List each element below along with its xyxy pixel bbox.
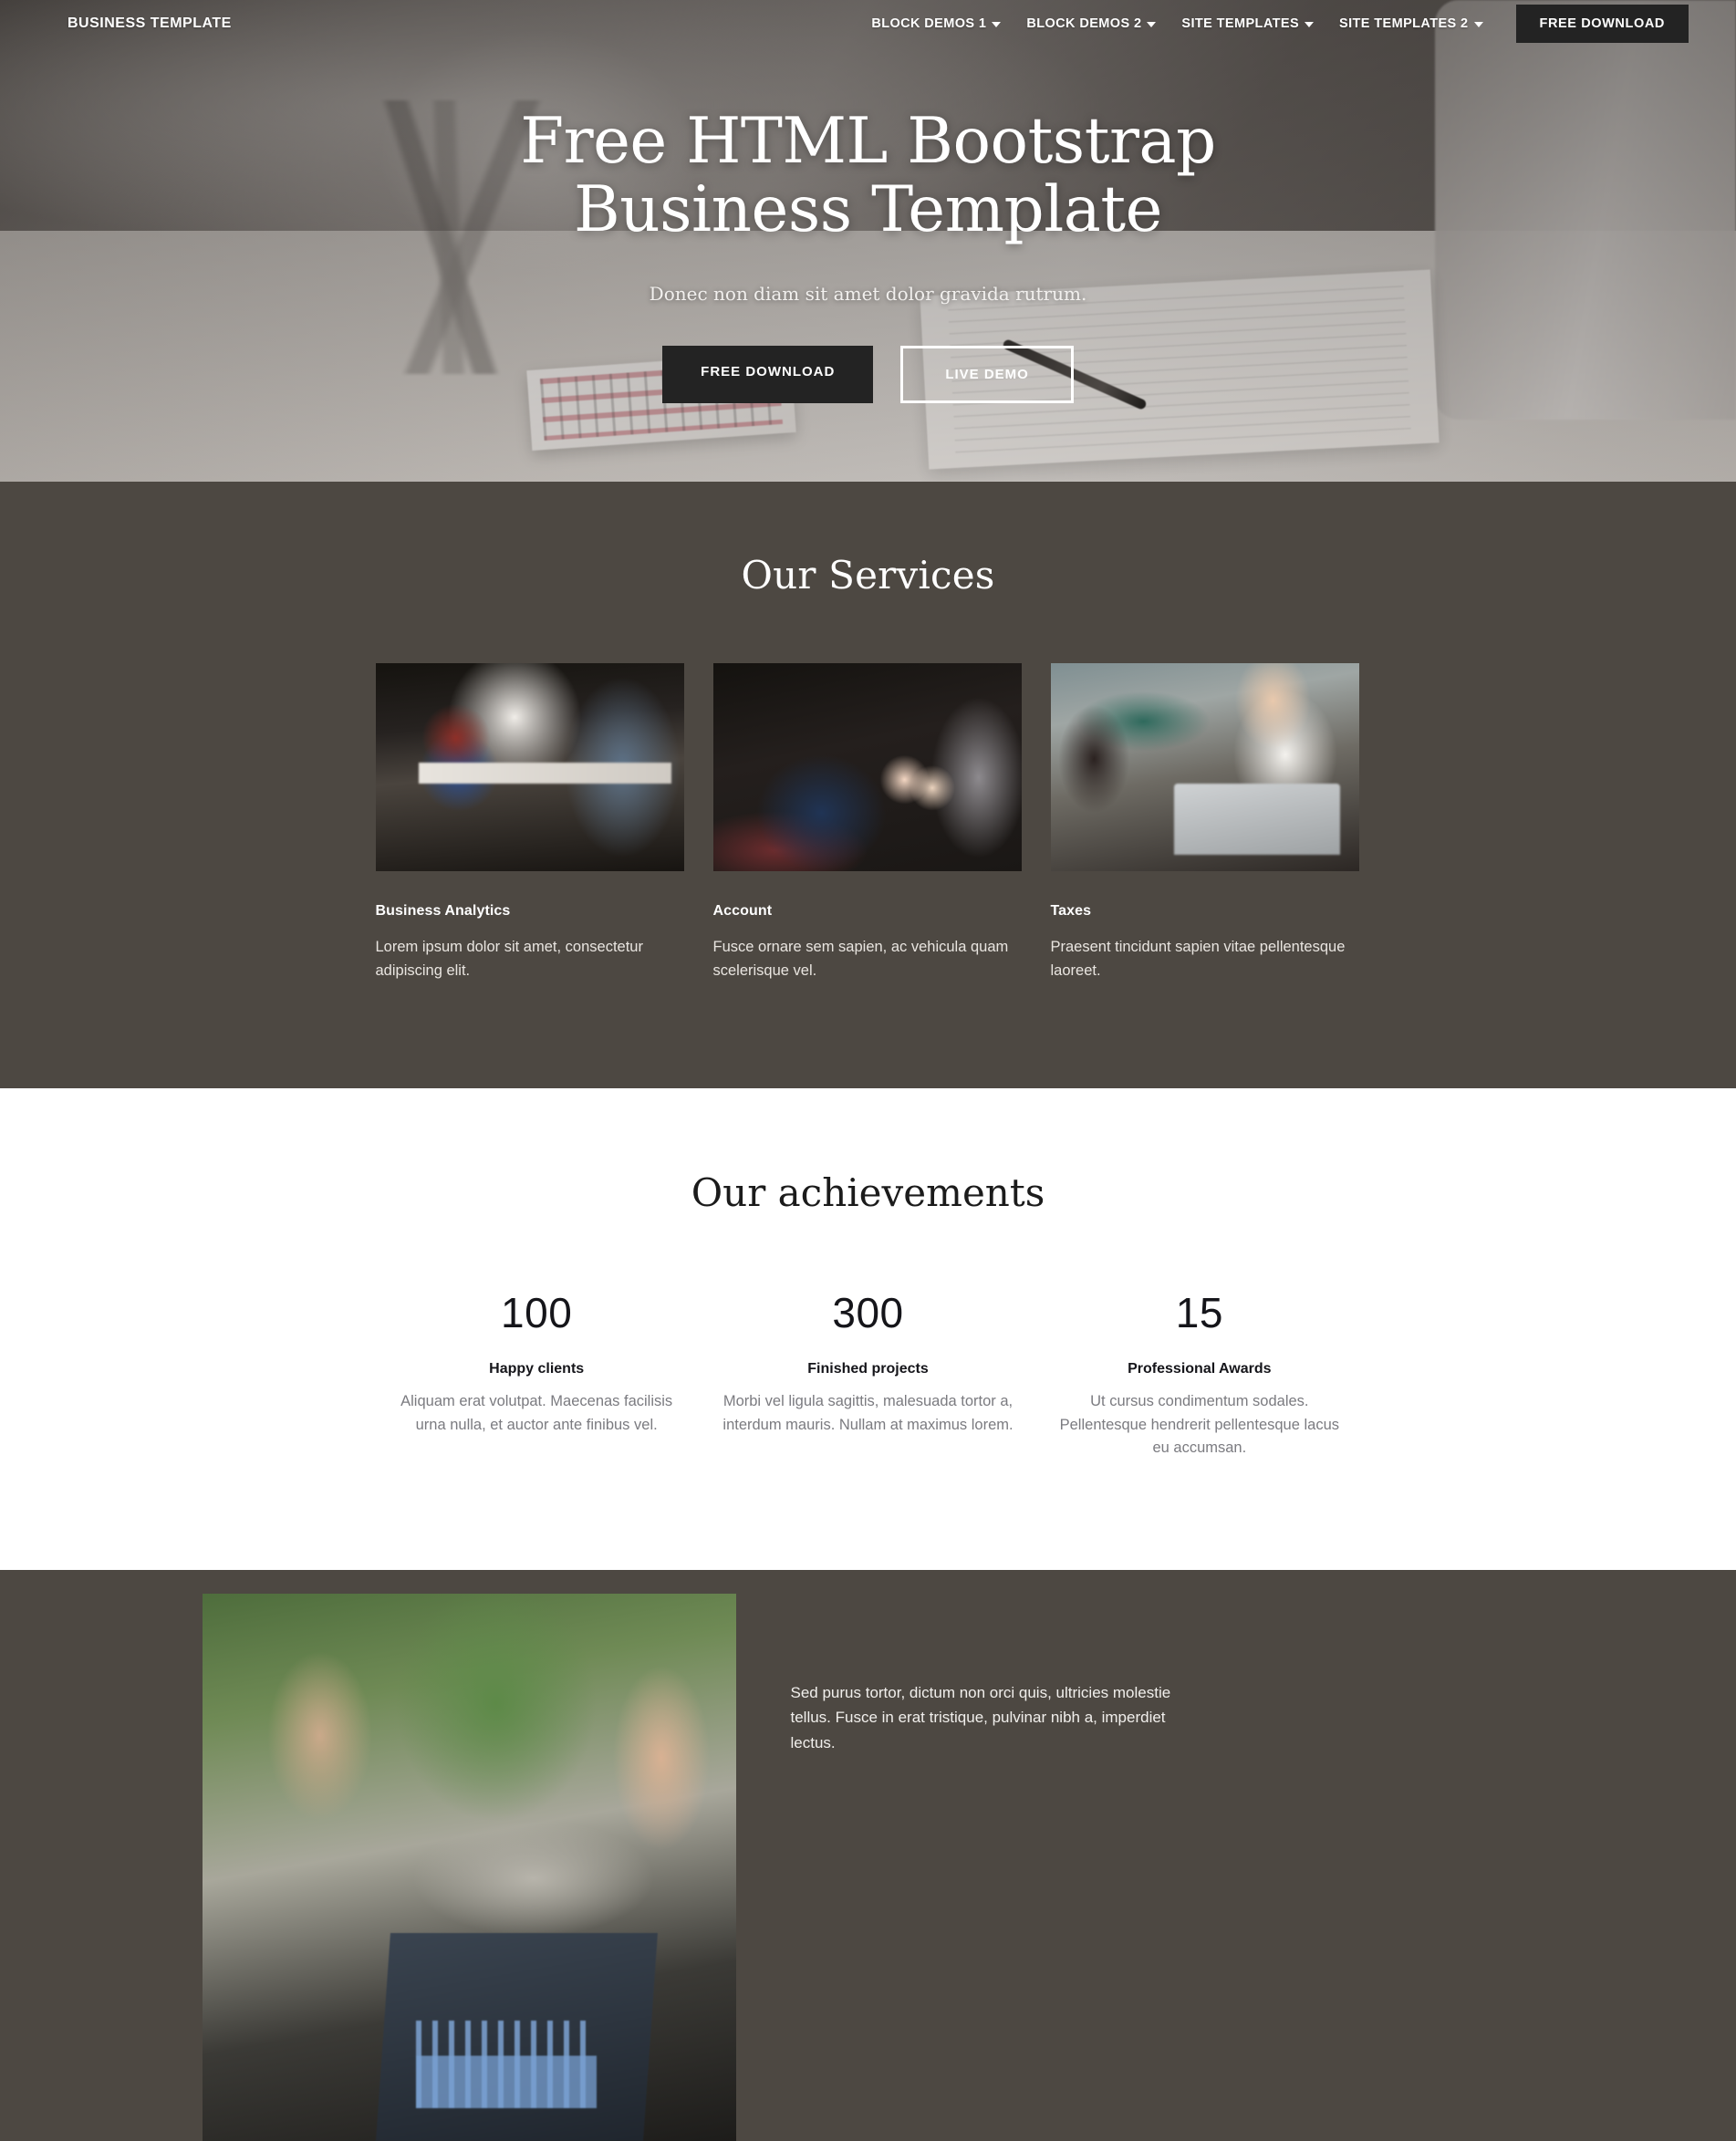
achievement-number: 300 [832,1289,904,1337]
achievements-section: Our achievements 100 Happy clients Aliqu… [0,1088,1736,1570]
hero-free-download-button[interactable]: FREE DOWNLOAD [662,346,874,404]
nav-item-block-demos-1[interactable]: BLOCK DEMOS 1 [858,11,1014,36]
chevron-down-icon [1147,22,1157,27]
services-section: Our Services Business Analytics Lorem ip… [0,482,1736,1089]
service-card-image [1050,663,1359,871]
hero-title: Free HTML Bootstrap Business Template [0,105,1736,247]
nav-item-label: BLOCK DEMOS 1 [871,16,987,31]
achievement-number: 15 [1175,1289,1223,1337]
nav-item-label: SITE TEMPLATES 2 [1339,16,1469,31]
service-card-text: Lorem ipsum dolor sit amet, consectetur … [375,939,643,980]
achievement-label: Professional Awards [1128,1361,1272,1377]
achievements-title: Our achievements [691,1170,1045,1216]
service-card-text: Fusce ornare sem sapien, ac vehicula qua… [712,939,1009,980]
achievement-text: Aliquam erat volutpat. Maecenas facilisi… [400,1393,673,1433]
hero-title-line-1: Free HTML Bootstrap [520,105,1216,178]
hero-content: Free HTML Bootstrap Business Template Do… [0,0,1736,404]
service-card-text: Praesent tincidunt sapien vitae pellente… [1050,939,1346,980]
chevron-down-icon [1473,22,1483,27]
about-inner: Sed purus tortor, dictum non orci quis, … [202,1593,1534,2141]
about-text: Sed purus tortor, dictum non orci quis, … [790,1683,1171,1751]
services-grid: Business Analytics Lorem ipsum dolor sit… [375,663,1361,982]
achievement-text: Morbi vel ligula sagittis, malesuada tor… [722,1393,1014,1433]
nav-item-site-templates[interactable]: SITE TEMPLATES [1169,11,1326,36]
nav-item-label: BLOCK DEMOS 2 [1026,16,1142,31]
achievement-item: 15 Professional Awards Ut cursus condime… [1034,1292,1365,1460]
nav-links: BLOCK DEMOS 1 BLOCK DEMOS 2 SITE TEMPLAT… [858,5,1689,43]
nav-item-block-demos-2[interactable]: BLOCK DEMOS 2 [1014,11,1169,36]
service-card[interactable]: Business Analytics Lorem ipsum dolor sit… [375,663,684,982]
service-card-image [375,663,684,871]
hero-title-line-2: Business Template [573,173,1163,247]
brand-logo[interactable]: BUSINESS TEMPLATE [68,16,232,32]
about-photo-chart [415,2020,598,2108]
achievement-item: 100 Happy clients Aliquam erat volutpat.… [371,1292,702,1460]
hero-buttons: FREE DOWNLOAD LIVE DEMO [0,346,1736,404]
service-card-title: Business Analytics [375,903,511,919]
service-card-image [712,663,1022,871]
services-title: Our Services [741,553,995,598]
achievement-label: Happy clients [489,1361,585,1377]
nav-item-label: SITE TEMPLATES [1181,16,1300,31]
hero-live-demo-button[interactable]: LIVE DEMO [900,346,1074,404]
about-section: Sed purus tortor, dictum non orci quis, … [0,1569,1736,2141]
hero-section: Free HTML Bootstrap Business Template Do… [0,0,1736,482]
achievement-number: 100 [501,1289,573,1337]
chevron-down-icon [992,22,1002,27]
service-card-title: Taxes [1050,903,1092,919]
about-image [202,1593,736,2141]
chevron-down-icon [1305,22,1315,27]
service-card[interactable]: Taxes Praesent tincidunt sapien vitae pe… [1050,663,1359,982]
nav-item-site-templates-2[interactable]: SITE TEMPLATES 2 [1326,11,1495,36]
service-card[interactable]: Account Fusce ornare sem sapien, ac vehi… [712,663,1022,982]
navbar-free-download-button[interactable]: FREE DOWNLOAD [1515,5,1689,43]
hero-subtitle: Donec non diam sit amet dolor gravida ru… [649,283,1087,306]
achievements-grid: 100 Happy clients Aliquam erat volutpat.… [371,1292,1366,1460]
top-navbar: BUSINESS TEMPLATE BLOCK DEMOS 1 BLOCK DE… [0,0,1736,47]
achievement-label: Finished projects [807,1361,929,1377]
service-card-title: Account [712,903,773,919]
achievement-text: Ut cursus condimentum sodales. Pellentes… [1059,1393,1340,1457]
achievement-item: 300 Finished projects Morbi vel ligula s… [702,1292,1034,1460]
